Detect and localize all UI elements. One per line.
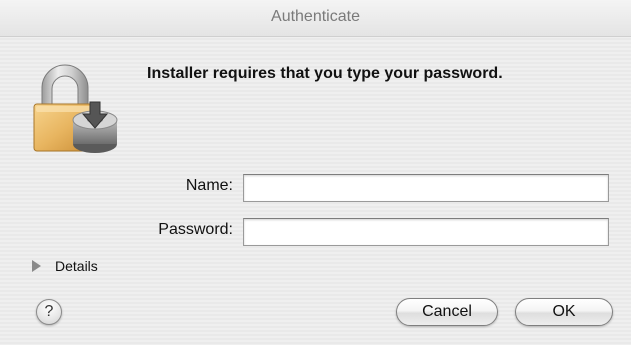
- ok-button[interactable]: OK: [515, 298, 613, 326]
- name-label: Name:: [185, 177, 233, 194]
- cancel-button[interactable]: Cancel: [396, 298, 498, 326]
- auth-message: Installer requires that you type your pa…: [147, 65, 503, 82]
- disclosure-triangle-icon[interactable]: [32, 260, 41, 272]
- name-field[interactable]: [243, 174, 609, 202]
- lock-icon: [33, 64, 118, 153]
- password-label: Password:: [158, 221, 233, 238]
- title-bar[interactable]: Authenticate: [0, 0, 631, 37]
- window-title: Authenticate: [271, 8, 360, 25]
- details-label[interactable]: Details: [55, 258, 98, 274]
- password-field[interactable]: [243, 218, 609, 246]
- details-disclosure[interactable]: Details: [32, 256, 98, 276]
- help-button[interactable]: ?: [36, 299, 62, 325]
- authenticate-dialog: Authenticate Installer requires that you…: [0, 0, 631, 345]
